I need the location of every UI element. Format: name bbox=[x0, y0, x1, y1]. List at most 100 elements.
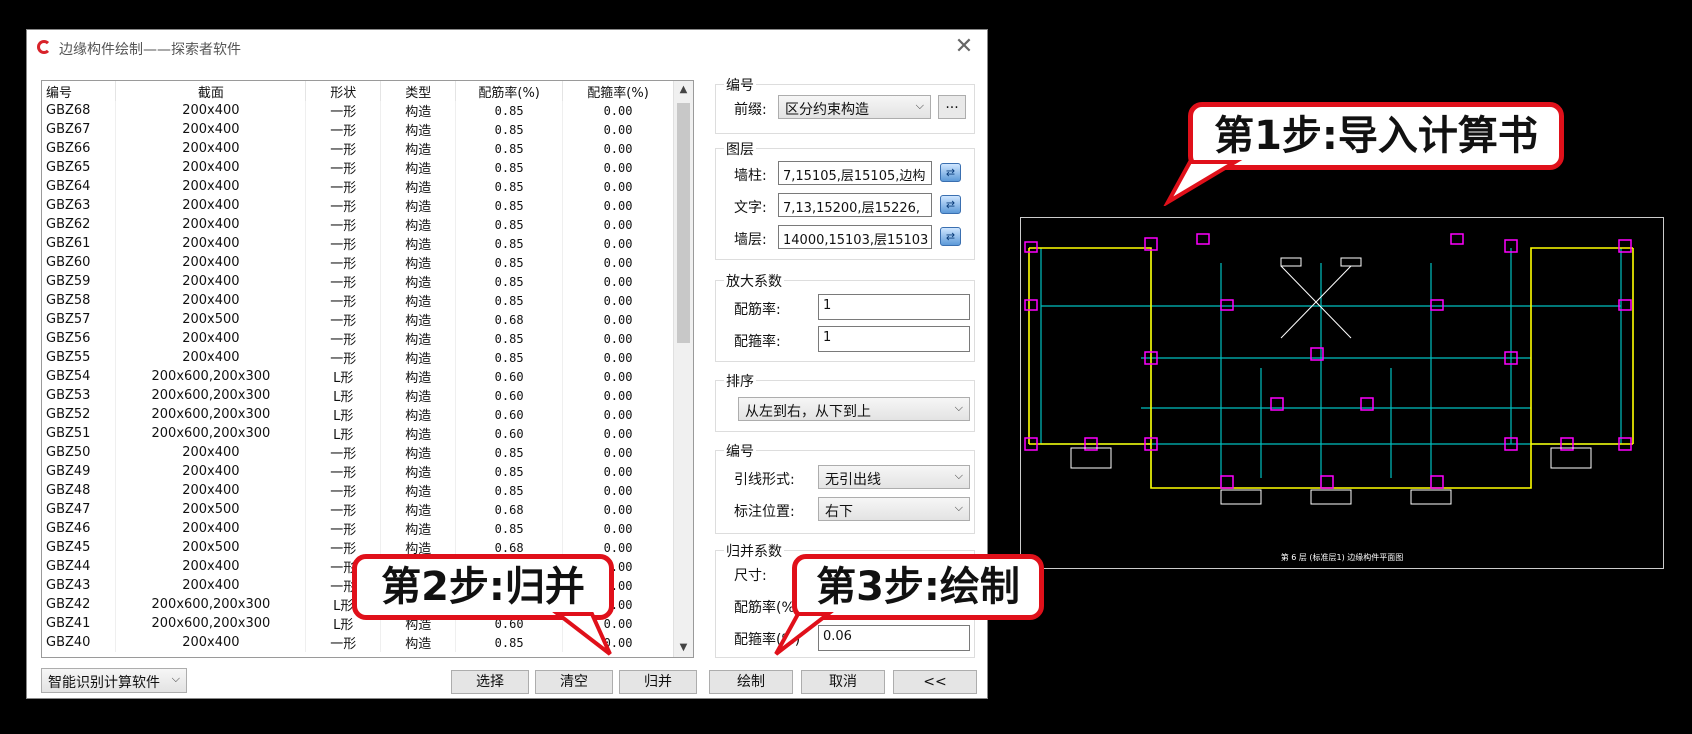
table-row[interactable]: GBZ68 200x400 一形 构造 0.85 0.00 bbox=[42, 101, 674, 120]
table-row[interactable]: GBZ61 200x400 一形 构造 0.85 0.00 bbox=[42, 234, 674, 253]
table-cell: GBZ66 bbox=[42, 139, 117, 158]
column-header[interactable]: 配箍率(%) bbox=[562, 81, 674, 101]
table-cell: GBZ64 bbox=[42, 177, 117, 196]
table-cell: 构造 bbox=[380, 215, 457, 234]
clear-button[interactable]: 清空 bbox=[535, 670, 613, 694]
table-row[interactable]: GBZ59 200x400 一形 构造 0.85 0.00 bbox=[42, 272, 674, 291]
column-header[interactable]: 截面 bbox=[115, 81, 307, 101]
table-cell: 200x400 bbox=[115, 158, 307, 177]
table-cell: GBZ45 bbox=[42, 538, 117, 557]
table-cell: 0.00 bbox=[562, 139, 674, 158]
position-select[interactable]: 右下 ⌵ bbox=[818, 497, 970, 521]
table-cell: 一形 bbox=[305, 462, 382, 481]
table-cell: GBZ60 bbox=[42, 253, 117, 272]
table-row[interactable]: GBZ57 200x500 一形 构造 0.68 0.00 bbox=[42, 310, 674, 329]
merge-button[interactable]: 归并 bbox=[619, 670, 697, 694]
table-cell: GBZ59 bbox=[42, 272, 117, 291]
table-cell: 0.68 bbox=[455, 500, 564, 519]
table-row[interactable]: GBZ48 200x400 一形 构造 0.85 0.00 bbox=[42, 481, 674, 500]
merge-stirrup-field[interactable]: 0.06 bbox=[818, 625, 970, 651]
table-cell: 200x500 bbox=[115, 500, 307, 519]
scroll-thumb[interactable] bbox=[677, 103, 690, 343]
table-cell: 0.00 bbox=[562, 158, 674, 177]
table-row[interactable]: GBZ54 200x600,200x300 L形 构造 0.60 0.00 bbox=[42, 367, 674, 386]
table-row[interactable]: GBZ56 200x400 一形 构造 0.85 0.00 bbox=[42, 329, 674, 348]
table-cell: 0.60 bbox=[455, 405, 564, 424]
table-cell: 0.85 bbox=[455, 158, 564, 177]
column-header[interactable]: 形状 bbox=[305, 81, 382, 101]
table-cell: GBZ68 bbox=[42, 101, 117, 120]
pick-layer-icon[interactable]: ⇄ bbox=[940, 163, 961, 182]
draw-button[interactable]: 绘制 bbox=[709, 670, 793, 694]
table-row[interactable]: GBZ58 200x400 一形 构造 0.85 0.00 bbox=[42, 291, 674, 310]
table-cell: 一形 bbox=[305, 329, 382, 348]
column-header[interactable]: 配筋率(%) bbox=[455, 81, 564, 101]
table-cell: GBZ57 bbox=[42, 310, 117, 329]
wall-layer-field[interactable]: 14000,15103,层15103 bbox=[778, 225, 932, 249]
table-cell: 构造 bbox=[380, 234, 457, 253]
table-cell: 0.00 bbox=[562, 272, 674, 291]
table-row[interactable]: GBZ66 200x400 一形 构造 0.85 0.00 bbox=[42, 139, 674, 158]
table-cell: 构造 bbox=[380, 424, 457, 443]
amplify-group-label: 放大系数 bbox=[724, 271, 784, 291]
table-row[interactable]: GBZ50 200x400 一形 构造 0.85 0.00 bbox=[42, 443, 674, 462]
table-cell: 构造 bbox=[380, 386, 457, 405]
software-select[interactable]: 智能识别计算软件 ⌵ bbox=[41, 668, 187, 693]
collapse-button[interactable]: << bbox=[893, 670, 977, 694]
scroll-down-icon[interactable]: ▼ bbox=[674, 639, 693, 657]
leader-select[interactable]: 无引出线 ⌵ bbox=[818, 465, 970, 489]
table-row[interactable]: GBZ67 200x400 一形 构造 0.85 0.00 bbox=[42, 120, 674, 139]
pick-layer-icon[interactable]: ⇄ bbox=[940, 227, 961, 246]
text-layer-field[interactable]: 7,13,15200,层15226, bbox=[778, 193, 932, 217]
table-row[interactable]: GBZ60 200x400 一形 构造 0.85 0.00 bbox=[42, 253, 674, 272]
leader-value: 无引出线 bbox=[825, 472, 881, 488]
table-cell: 0.00 bbox=[562, 101, 674, 120]
pick-layer-icon[interactable]: ⇄ bbox=[940, 195, 961, 214]
amplify-stirrup-field[interactable]: 1 bbox=[818, 326, 970, 352]
chevron-down-icon: ⌵ bbox=[954, 401, 963, 414]
prefix-select[interactable]: 区分约束构造 ⌵ bbox=[778, 95, 931, 119]
table-cell: 0.60 bbox=[455, 424, 564, 443]
table-header-row: 编号 截面 形状 类型 配筋率(%) 配箍率(%) bbox=[42, 81, 674, 101]
sort-value: 从左到右，从下到上 bbox=[745, 404, 871, 420]
table-cell: 0.85 bbox=[455, 633, 564, 652]
wall-col-field[interactable]: 7,15105,层15105,边构 bbox=[778, 161, 932, 185]
table-cell: 构造 bbox=[380, 139, 457, 158]
scroll-up-icon[interactable]: ▲ bbox=[674, 81, 693, 99]
column-header[interactable]: 类型 bbox=[380, 81, 457, 101]
table-cell: 构造 bbox=[380, 367, 457, 386]
table-cell: 0.85 bbox=[455, 462, 564, 481]
table-cell: 200x600,200x300 bbox=[115, 614, 307, 633]
table-row[interactable]: GBZ65 200x400 一形 构造 0.85 0.00 bbox=[42, 158, 674, 177]
software-select-value: 智能识别计算软件 bbox=[48, 675, 160, 691]
cancel-button[interactable]: 取消 bbox=[801, 670, 885, 694]
table-row[interactable]: GBZ51 200x600,200x300 L形 构造 0.60 0.00 bbox=[42, 424, 674, 443]
table-row[interactable]: GBZ46 200x400 一形 构造 0.85 0.00 bbox=[42, 519, 674, 538]
window-title: 边缘构件绘制——探索者软件 bbox=[59, 42, 241, 58]
table-row[interactable]: GBZ52 200x600,200x300 L形 构造 0.60 0.00 bbox=[42, 405, 674, 424]
column-header[interactable]: 编号 bbox=[42, 81, 117, 101]
table-row[interactable]: GBZ55 200x400 一形 构造 0.85 0.00 bbox=[42, 348, 674, 367]
table-cell: 一形 bbox=[305, 120, 382, 139]
table-row[interactable]: GBZ63 200x400 一形 构造 0.85 0.00 bbox=[42, 196, 674, 215]
table-cell: 构造 bbox=[380, 196, 457, 215]
table-cell: 200x400 bbox=[115, 443, 307, 462]
table-row[interactable]: GBZ53 200x600,200x300 L形 构造 0.60 0.00 bbox=[42, 386, 674, 405]
table-cell: GBZ47 bbox=[42, 500, 117, 519]
table-cell: 0.00 bbox=[562, 291, 674, 310]
vertical-scrollbar[interactable]: ▲ ▼ bbox=[673, 81, 693, 657]
sort-select[interactable]: 从左到右，从下到上 ⌵ bbox=[738, 397, 970, 421]
table-row[interactable]: GBZ49 200x400 一形 构造 0.85 0.00 bbox=[42, 462, 674, 481]
table-row[interactable]: GBZ47 200x500 一形 构造 0.68 0.00 bbox=[42, 500, 674, 519]
amplify-rebar-field[interactable]: 1 bbox=[818, 294, 970, 320]
table-row[interactable]: GBZ64 200x400 一形 构造 0.85 0.00 bbox=[42, 177, 674, 196]
table-row[interactable]: GBZ62 200x400 一形 构造 0.85 0.00 bbox=[42, 215, 674, 234]
select-button[interactable]: 选择 bbox=[451, 670, 529, 694]
table-cell: 一形 bbox=[305, 177, 382, 196]
prefix-more-button[interactable]: ... bbox=[938, 95, 966, 119]
table-cell: 200x400 bbox=[115, 519, 307, 538]
table-cell: 一形 bbox=[305, 158, 382, 177]
table-cell: 构造 bbox=[380, 253, 457, 272]
table-cell: 一形 bbox=[305, 196, 382, 215]
close-button[interactable]: ✕ bbox=[951, 34, 977, 60]
